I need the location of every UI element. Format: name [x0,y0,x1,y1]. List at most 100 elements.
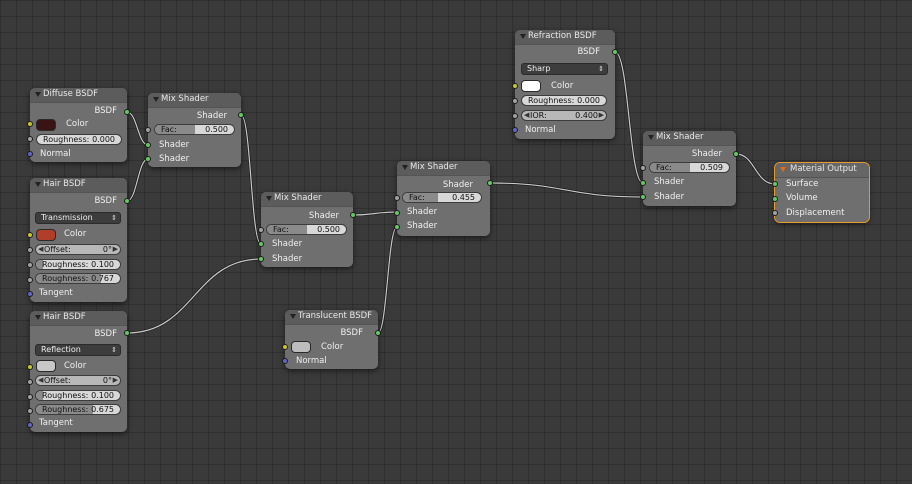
fac-slider[interactable]: Fac: 0.455 [402,192,482,203]
collapse-triangle-icon[interactable] [35,92,41,97]
offset-field[interactable]: ◀ Offset: 0° ▶ [35,244,121,255]
collapse-triangle-icon[interactable] [402,165,408,170]
surface-input-socket[interactable] [772,181,778,187]
hair-bsdf-reflection-node[interactable]: Hair BSDF BSDF Reflection ⇕ Color ◀ Offs… [27,311,130,432]
fac-input-socket[interactable] [394,195,400,201]
node-header[interactable]: Refraction BSDF [515,30,615,45]
fac-slider[interactable]: Fac: 0.509 [649,162,730,173]
decrement-arrow-icon[interactable]: ◀ [38,376,43,385]
node-header[interactable]: Translucent BSDF [285,310,378,325]
roughness-input-socket[interactable] [27,136,33,142]
shader-input-socket-1[interactable] [145,142,151,148]
color-swatch[interactable] [36,119,56,131]
node-header[interactable]: Mix Shader [643,131,736,146]
tangent-input-socket[interactable] [27,291,33,297]
tangent-input-socket[interactable] [27,422,33,428]
shader-output-socket[interactable] [350,212,356,218]
roughness-u-input-socket[interactable] [27,262,33,268]
color-input-socket[interactable] [27,232,33,238]
increment-arrow-icon[interactable]: ▶ [113,376,118,385]
diffuse-bsdf-node[interactable]: Diffuse BSDF BSDF Color Roughness: 0.000… [27,88,130,162]
bsdf-output-socket[interactable] [612,49,618,55]
normal-input-socket[interactable] [282,358,288,364]
shader-input-socket-2[interactable] [258,256,264,262]
roughness-v-input-socket[interactable] [27,277,33,283]
color-swatch[interactable] [521,80,541,92]
color-swatch[interactable] [36,229,56,241]
collapse-triangle-icon[interactable] [153,97,159,102]
decrement-arrow-icon[interactable]: ◀ [38,245,43,254]
shader-output-socket[interactable] [487,180,493,186]
roughness-u-input-socket[interactable] [27,394,33,400]
fac-slider[interactable]: Fac: 0.500 [154,124,235,135]
bsdf-output-socket[interactable] [124,109,130,115]
collapse-triangle-icon[interactable] [520,34,526,39]
hair-bsdf-transmission-node[interactable]: Hair BSDF BSDF Transmission ⇕ Color ◀ Of… [27,178,130,302]
roughness-field[interactable]: Roughness: 0.000 [521,95,607,106]
shader-input-socket-1[interactable] [258,241,264,247]
component-dropdown[interactable]: Reflection ⇕ [35,344,121,356]
color-input-socket[interactable] [282,344,288,350]
translucent-bsdf-node[interactable]: Translucent BSDF BSDF Color Normal [282,310,381,369]
shader-output-socket[interactable] [733,151,739,157]
collapse-triangle-icon[interactable] [35,315,41,320]
fac-input-socket[interactable] [258,227,264,233]
decrement-arrow-icon[interactable]: ◀ [524,111,529,120]
ior-field[interactable]: ◀ IOR: 0.400 ▶ [521,110,607,121]
node-header[interactable]: Mix Shader [261,192,353,207]
displacement-input-socket[interactable] [772,210,778,216]
mix-shader-node-3[interactable]: Mix Shader Shader Fac: 0.455 Shader Shad… [394,161,493,236]
ior-input-socket[interactable] [512,113,518,119]
collapse-triangle-icon[interactable] [35,182,41,187]
shader-input-socket-1[interactable] [394,210,400,216]
color-input-socket[interactable] [27,121,33,127]
color-swatch[interactable] [291,341,311,353]
distribution-dropdown[interactable]: Sharp ⇕ [521,63,608,75]
mix-shader-node-2[interactable]: Mix Shader Shader Fac: 0.500 Shader Shad… [258,192,356,267]
output-triangle-icon[interactable] [780,167,786,172]
collapse-triangle-icon[interactable] [266,196,272,201]
node-header[interactable]: Hair BSDF [30,311,127,326]
color-swatch[interactable] [36,360,56,372]
roughness-u-field[interactable]: Roughness: 0.100 [35,390,121,401]
mix-shader-node-4[interactable]: Mix Shader Shader Fac: 0.509 Shader Shad… [640,131,739,206]
fac-input-socket[interactable] [145,127,151,133]
shader-input-socket-2[interactable] [145,156,151,162]
roughness-v-field[interactable]: Roughness: 0.675 [35,404,121,415]
node-editor[interactable]: Diffuse BSDF BSDF Color Roughness: 0.000… [0,0,912,484]
refraction-bsdf-node[interactable]: Refraction BSDF BSDF Sharp ⇕ Color Rough… [512,30,618,139]
fac-input-socket[interactable] [640,165,646,171]
bsdf-output-socket[interactable] [124,330,130,336]
normal-input-socket[interactable] [512,127,518,133]
roughness-input-socket[interactable] [512,98,518,104]
shader-input-socket-2[interactable] [394,224,400,230]
material-output-node[interactable]: Material Output Surface Volume Displacem… [772,162,870,223]
shader-input-socket-1[interactable] [640,180,646,186]
node-header[interactable]: Material Output [775,163,869,178]
shader-input-socket-2[interactable] [640,194,646,200]
roughness-v-input-socket[interactable] [27,408,33,414]
roughness-field[interactable]: Roughness: 0.000 [36,134,122,145]
color-input-socket[interactable] [27,364,33,370]
offset-input-socket[interactable] [27,379,33,385]
bsdf-output-socket[interactable] [124,198,130,204]
offset-input-socket[interactable] [27,247,33,253]
increment-arrow-icon[interactable]: ▶ [599,111,604,120]
node-header[interactable]: Mix Shader [397,161,490,176]
collapse-triangle-icon[interactable] [290,314,296,319]
increment-arrow-icon[interactable]: ▶ [113,245,118,254]
roughness-u-field[interactable]: Roughness: 0.100 [35,259,121,270]
component-dropdown[interactable]: Transmission ⇕ [35,212,121,224]
node-header[interactable]: Mix Shader [148,93,241,108]
color-input-socket[interactable] [512,83,518,89]
collapse-triangle-icon[interactable] [648,135,654,140]
shader-output-socket[interactable] [238,112,244,118]
roughness-v-field[interactable]: Roughness: 0.767 [35,273,121,284]
volume-input-socket[interactable] [772,196,778,202]
fac-slider[interactable]: Fac: 0.500 [266,224,347,235]
node-header[interactable]: Hair BSDF [30,178,127,193]
normal-input-socket[interactable] [27,151,33,157]
mix-shader-node-1[interactable]: Mix Shader Shader Fac: 0.500 Shader Shad… [145,93,244,167]
offset-field[interactable]: ◀ Offset: 0° ▶ [35,375,121,386]
bsdf-output-socket[interactable] [375,330,381,336]
